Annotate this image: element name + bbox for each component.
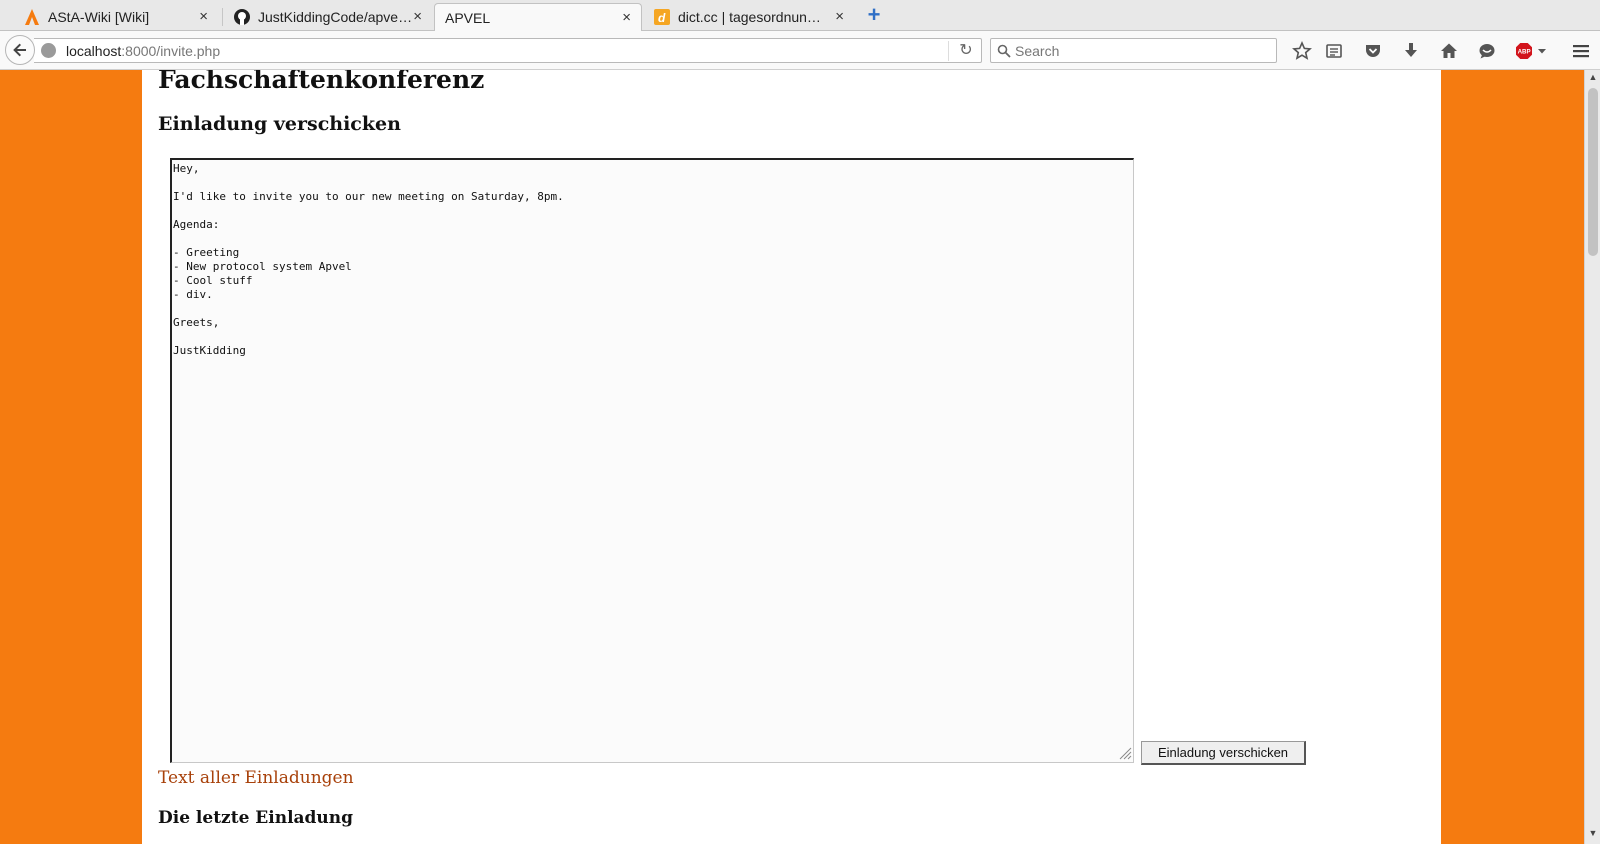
navigation-bar: localhost:8000/invite.php ↻ ABP xyxy=(0,31,1600,70)
url-host: localhost xyxy=(66,43,122,59)
reading-list-icon[interactable] xyxy=(1323,40,1345,62)
invitation-text-field[interactable]: Hey, I'd like to invite you to our new m… xyxy=(170,158,1134,763)
tab-label: AStA-Wiki [Wiki] xyxy=(48,9,150,25)
page-title: Fachschaftenkonferenz xyxy=(158,70,485,94)
tab-label: dict.cc | tagesordnun… xyxy=(678,9,821,25)
tab-strip: AStA-Wiki [Wiki] × JustKiddingCode/apve…… xyxy=(0,0,1600,32)
last-invitation-heading: Die letzte Einladung xyxy=(158,808,354,828)
page-viewport: Fachschaftenkonferenz Einladung verschic… xyxy=(0,70,1584,844)
all-invitations-link[interactable]: Text aller Einladungen xyxy=(158,768,354,788)
url-text[interactable]: localhost:8000/invite.php xyxy=(66,43,220,59)
adblock-icon[interactable]: ABP xyxy=(1513,40,1535,62)
scroll-up-icon[interactable]: ▲ xyxy=(1588,72,1598,82)
url-divider xyxy=(948,41,949,61)
close-icon[interactable]: × xyxy=(413,8,422,25)
search-input[interactable] xyxy=(1015,41,1265,60)
new-tab-button[interactable]: + xyxy=(864,4,884,26)
svg-text:d: d xyxy=(658,11,666,25)
tab-label: JustKiddingCode/apve… xyxy=(258,9,413,25)
tab-label: APVEL xyxy=(445,10,491,26)
search-icon xyxy=(997,44,1011,58)
section-title: Einladung verschicken xyxy=(158,113,401,135)
send-invitation-button[interactable]: Einladung verschicken xyxy=(1141,741,1306,765)
scroll-down-icon[interactable]: ▼ xyxy=(1588,828,1598,838)
tab-dictcc[interactable]: d dict.cc | tagesordnun… × xyxy=(644,3,854,31)
chat-icon[interactable] xyxy=(1476,40,1498,62)
asta-logo-icon xyxy=(24,9,40,25)
site-info-icon[interactable] xyxy=(41,43,56,58)
vertical-scrollbar[interactable]: ▲ ▼ xyxy=(1584,70,1600,844)
scrollbar-thumb[interactable] xyxy=(1588,88,1598,256)
home-icon[interactable] xyxy=(1438,40,1460,62)
back-arrow-icon xyxy=(13,43,26,57)
tab-separator xyxy=(222,8,223,26)
dictcc-icon: d xyxy=(654,9,670,25)
svg-text:ABP: ABP xyxy=(1518,49,1531,56)
close-icon[interactable]: × xyxy=(199,8,208,25)
tab-apvel[interactable]: APVEL × xyxy=(434,3,642,32)
chevron-down-icon[interactable] xyxy=(1535,40,1549,62)
content-area: Fachschaftenkonferenz Einladung verschic… xyxy=(142,70,1441,844)
download-icon[interactable] xyxy=(1400,40,1422,62)
close-icon[interactable]: × xyxy=(835,8,844,25)
menu-icon[interactable] xyxy=(1570,40,1592,62)
url-bar[interactable]: localhost:8000/invite.php ↻ xyxy=(34,38,982,63)
search-bar[interactable] xyxy=(990,38,1277,63)
reload-icon[interactable]: ↻ xyxy=(957,42,975,60)
pocket-icon[interactable] xyxy=(1362,40,1384,62)
back-button[interactable] xyxy=(5,35,35,65)
github-icon xyxy=(234,9,250,25)
close-icon[interactable]: × xyxy=(622,9,631,26)
tab-asta-wiki[interactable]: AStA-Wiki [Wiki] × xyxy=(14,3,218,31)
tab-github[interactable]: JustKiddingCode/apve… × xyxy=(224,3,432,31)
bookmark-star-icon[interactable] xyxy=(1291,40,1313,62)
url-path: :8000/invite.php xyxy=(121,43,221,59)
